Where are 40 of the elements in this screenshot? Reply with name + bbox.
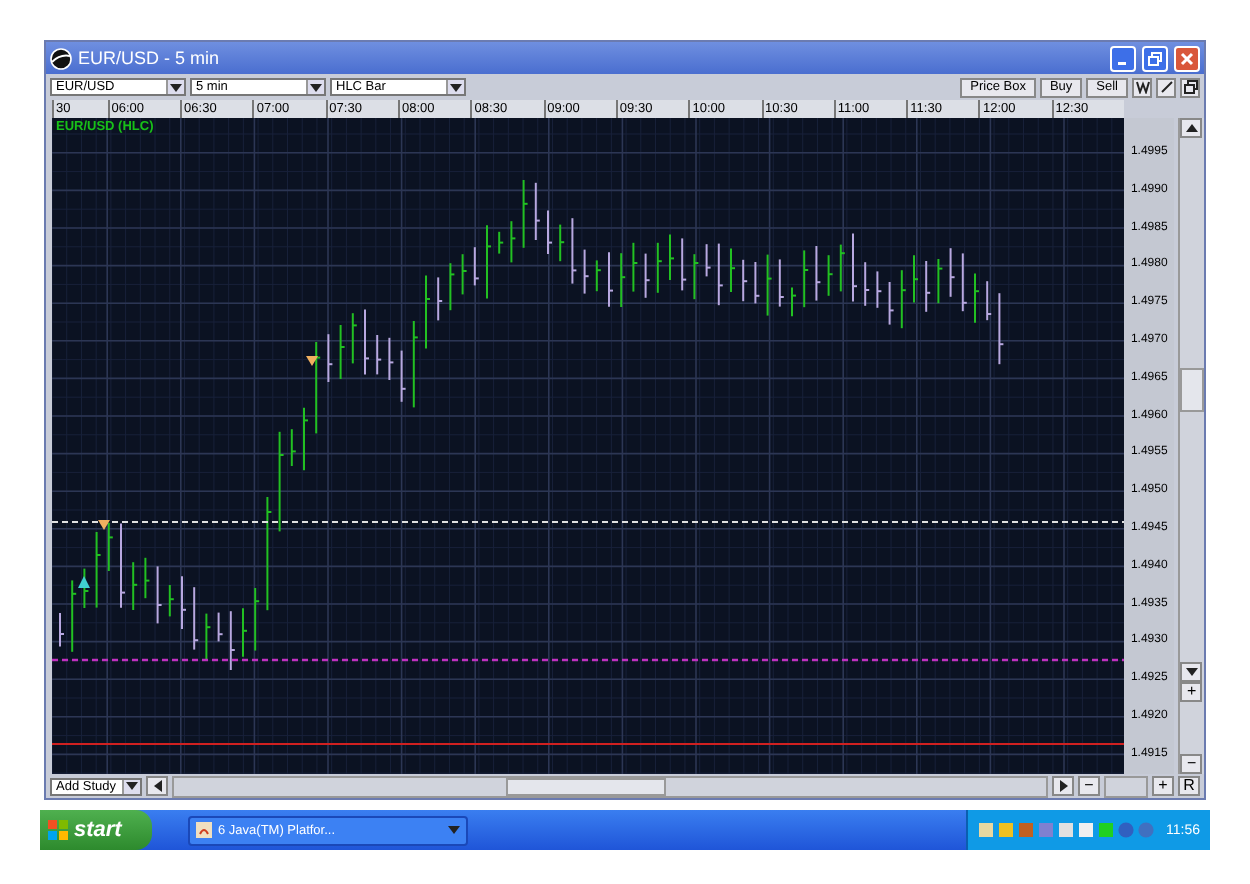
scroll-up-button[interactable] — [1180, 118, 1203, 138]
zoom-in-button[interactable]: + — [1180, 682, 1203, 702]
horizontal-scrollbar[interactable] — [172, 775, 1048, 797]
caret-up-icon — [1185, 122, 1198, 134]
scroll-thumb[interactable] — [1180, 368, 1204, 412]
scroll-right-button[interactable] — [1052, 776, 1074, 796]
diagonal-line-icon — [1159, 80, 1173, 94]
caret-left-icon — [151, 780, 163, 792]
caret-down-icon — [1185, 666, 1198, 678]
reset-button[interactable]: R — [1178, 776, 1200, 796]
windows-logo-icon — [48, 820, 68, 840]
zigzag-icon — [1135, 80, 1149, 94]
vertical-scrollbar[interactable]: + − — [1178, 118, 1204, 774]
caret-down-icon — [170, 81, 182, 93]
close-button[interactable] — [1174, 45, 1200, 71]
caret-right-icon — [1057, 780, 1069, 792]
globe-icon — [50, 47, 72, 69]
detach-button[interactable] — [1180, 77, 1200, 97]
windows-icon — [1183, 80, 1197, 94]
caret-down-icon — [126, 780, 138, 792]
zoom-in-button[interactable]: + — [1152, 776, 1174, 796]
minimize-button[interactable] — [1110, 45, 1136, 71]
restore-icon — [1148, 51, 1162, 65]
java-icon — [196, 822, 212, 838]
line-tool-button[interactable] — [1156, 77, 1176, 97]
triangle-marker — [306, 356, 318, 366]
scroll-down-button[interactable] — [1180, 662, 1203, 682]
scroll-left-button[interactable] — [146, 776, 168, 796]
restore-button[interactable] — [1142, 45, 1168, 71]
close-icon — [1180, 51, 1194, 65]
scroll-thumb[interactable] — [505, 777, 667, 795]
zoom-out-button[interactable]: − — [1078, 776, 1100, 796]
zoom-out-button[interactable]: − — [1180, 754, 1203, 774]
caret-down-icon — [450, 81, 462, 93]
draw-tool-button[interactable] — [1132, 77, 1152, 97]
caret-down-icon — [448, 824, 460, 836]
triangle-marker — [98, 520, 110, 530]
triangle-marker — [78, 576, 90, 588]
window-title: EUR/USD - 5 min — [78, 48, 222, 68]
caret-down-icon — [310, 81, 322, 93]
